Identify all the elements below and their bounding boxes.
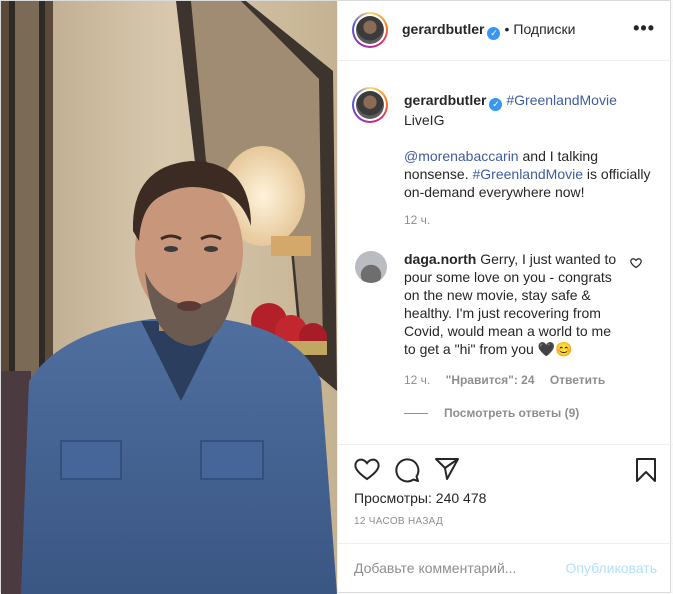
separator-dot: • <box>504 21 510 37</box>
following-button[interactable]: Подписки <box>513 21 575 37</box>
video-frame-image <box>1 1 337 594</box>
replies-divider <box>404 413 428 415</box>
post-actions: Просмотры: 240 478 12 ЧАСОВ НАЗАД <box>338 446 673 546</box>
view-replies-label: Посмотреть ответы (9) <box>444 406 580 420</box>
post-card: gerardbutler ✓ • Подписки ••• gerardbutler ✓… <box>0 0 673 594</box>
comment-meta: 12 ч. "Нравится": 24 Ответить <box>404 373 617 387</box>
caption-author-avatar[interactable] <box>352 87 388 123</box>
reply-button[interactable]: Ответить <box>550 373 605 387</box>
caption-timestamp[interactable]: 12 ч. <box>404 213 430 227</box>
post-header: gerardbutler ✓ • Подписки ••• <box>338 1 673 61</box>
comment-like-heart-icon[interactable] <box>630 257 642 269</box>
comment-likes[interactable]: "Нравится": 24 <box>446 373 535 387</box>
heart-icon[interactable] <box>354 457 380 481</box>
verified-badge-icon: ✓ <box>487 27 501 40</box>
caption-hashtag-2[interactable]: #GreenlandMovie <box>473 166 584 182</box>
publish-button[interactable]: Опубликовать <box>565 560 657 576</box>
view-replies-button[interactable]: Посмотреть ответы (9) <box>404 406 579 420</box>
author-username[interactable]: gerardbutler <box>402 21 484 37</box>
post-video[interactable] <box>1 1 337 594</box>
caption-username[interactable]: gerardbutler <box>404 92 486 108</box>
paper-plane-icon[interactable] <box>434 457 460 481</box>
more-options-icon[interactable]: ••• <box>633 18 655 39</box>
views-label: Просмотры: <box>354 490 432 506</box>
commenter-avatar[interactable] <box>355 251 387 283</box>
views-count[interactable]: Просмотры: 240 478 <box>354 490 486 506</box>
add-comment-box: Опубликовать <box>338 543 673 594</box>
verified-badge-icon: ✓ <box>489 98 503 111</box>
caption-line2: LiveIG <box>404 112 445 128</box>
views-number: 240 478 <box>435 490 487 506</box>
caption-hashtag[interactable]: #GreenlandMovie <box>506 92 617 108</box>
comment-bubble-icon[interactable] <box>394 457 420 483</box>
caption-text: gerardbutler ✓ #GreenlandMovie LiveIG @mo… <box>404 91 656 201</box>
commenter-username[interactable]: daga.north <box>404 251 476 267</box>
post-side-panel: gerardbutler ✓ • Подписки ••• gerardbutler ✓… <box>337 1 673 594</box>
comments-section[interactable]: gerardbutler ✓ #GreenlandMovie LiveIG @mo… <box>338 62 673 445</box>
comment-timestamp[interactable]: 12 ч. <box>404 373 430 387</box>
caption-mention[interactable]: @morenabaccarin <box>404 148 519 164</box>
post-time-ago[interactable]: 12 ЧАСОВ НАЗАД <box>354 516 443 527</box>
header-line: gerardbutler ✓ • Подписки <box>402 21 575 40</box>
comment-input[interactable] <box>354 560 554 576</box>
author-avatar[interactable] <box>352 12 388 48</box>
bookmark-icon[interactable] <box>635 457 657 483</box>
comment-text: daga.north Gerry, I just wanted to pour … <box>404 250 626 358</box>
